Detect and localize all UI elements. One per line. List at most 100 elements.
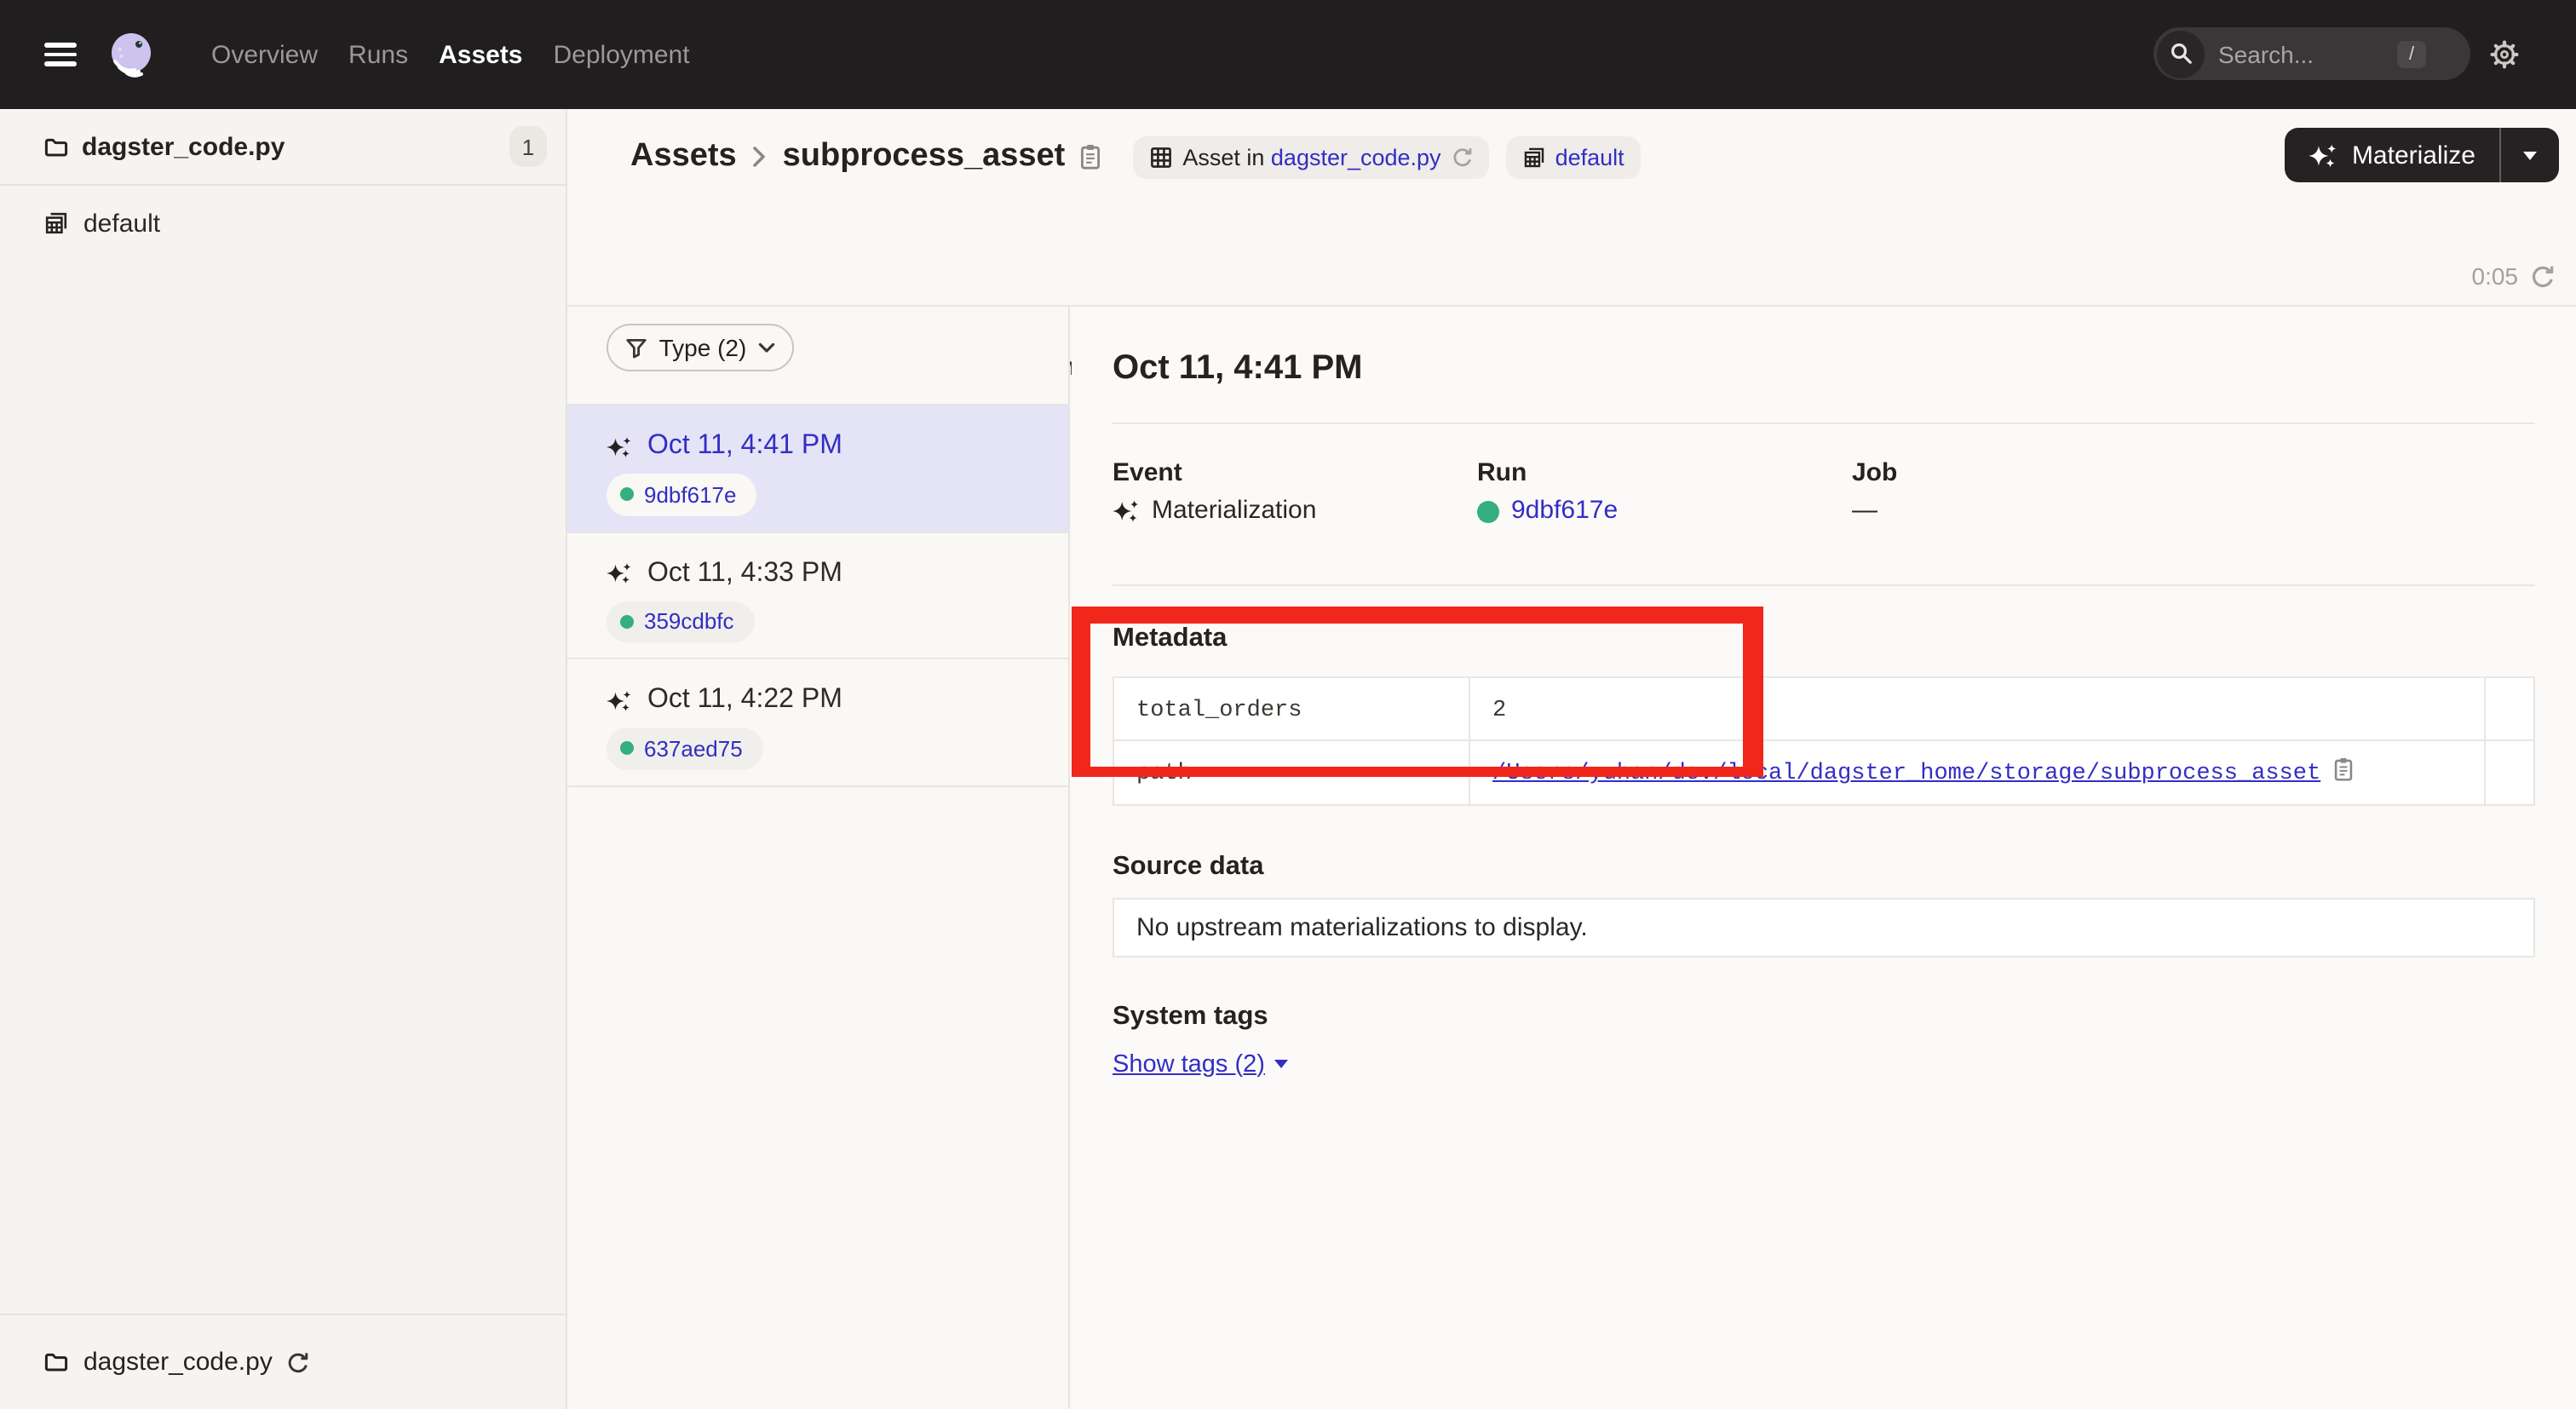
metadata-table: total_orders 2 path /Users/yuhan/dev/loc… [1113,676,2535,805]
folder-icon [44,135,68,158]
folder-icon [44,1351,68,1373]
run-status-dot [1477,500,1499,522]
run-id-link: 359cdbfc [644,609,734,635]
metadata-value: 2 [1492,699,1506,724]
run-status-dot [620,615,634,629]
materialization-sparkle-icon [607,561,632,586]
footer-code-location-name: dagster_code.py [83,1348,273,1377]
materialize-sparkle-icon [2309,141,2338,170]
asset-in-label: Asset in [1182,144,1264,170]
job-value: — [1852,496,1877,526]
path-link[interactable]: /Users/yuhan/dev/local/dagster_home/stor… [1492,762,2320,788]
funnel-filter-icon [625,336,647,359]
run-column-label: Run [1477,458,1852,489]
chevron-right-icon [752,145,768,169]
materialization-sparkle-icon [607,687,632,713]
nav-item-overview[interactable]: Overview [211,40,318,69]
asset-count-badge: 1 [509,126,547,167]
events-list-panel: Type (2) Oct 11, 4:41 PM 9dbf617e [567,307,1070,1409]
nav-item-runs[interactable]: Runs [348,40,408,69]
event-list-item[interactable]: Oct 11, 4:22 PM 637aed75 [567,659,1068,786]
settings-gear-icon[interactable] [2489,39,2520,70]
sidebar-footer-code-location[interactable]: dagster_code.py [0,1314,566,1409]
breadcrumb-asset-name: subprocess_asset [783,138,1066,175]
materialize-dropdown-button[interactable] [2501,128,2559,182]
event-timestamp: Oct 11, 4:41 PM [647,431,842,462]
run-id-pill[interactable]: 637aed75 [607,728,763,769]
event-detail-panel: Oct 11, 4:41 PM Event Materialization Ru… [1072,307,2576,1409]
hamburger-menu-icon[interactable] [44,43,77,66]
divider [1113,423,2535,424]
search-icon [2157,30,2205,78]
repo-icon [1523,146,1545,168]
type-filter-button[interactable]: Type (2) [607,324,794,371]
run-status-dot [620,488,634,502]
run-id-pill[interactable]: 359cdbfc [607,601,755,642]
materialize-label: Materialize [2352,141,2475,170]
run-status-dot [620,742,634,756]
job-column-label: Job [1852,458,2535,489]
code-location-name: dagster_code.py [82,132,285,161]
reload-icon[interactable] [286,1351,308,1373]
run-id-link: 637aed75 [644,736,743,762]
breadcrumb: Assets subprocess_asset [630,135,1642,179]
system-tags-section-title: System tags [1113,999,2535,1032]
run-id-link[interactable]: 9dbf617e [1511,496,1618,526]
asset-group-icon [44,211,68,235]
source-data-section-title: Source data [1113,849,2535,882]
reload-icon[interactable] [1452,147,1472,167]
table-row: total_orders 2 [1113,677,2534,740]
materialize-split-button: Materialize [2286,128,2559,182]
show-tags-toggle[interactable]: Show tags (2) [1113,1050,1289,1078]
asset-header: Assets subprocess_asset [567,109,2576,307]
materialization-sparkle-icon [1113,497,1140,525]
top-nav: Overview Runs Assets Deployment Search..… [0,0,2576,109]
show-tags-label: Show tags (2) [1113,1050,1265,1078]
code-file-link[interactable]: dagster_code.py [1271,144,1441,170]
metadata-key: path [1136,762,1192,788]
event-timestamp: Oct 11, 4:22 PM [647,685,842,716]
triangle-down-icon [1275,1060,1289,1068]
source-data-empty-message: No upstream materializations to display. [1136,912,1588,941]
repo-link: default [1555,144,1624,170]
divider [1113,584,2535,586]
type-filter-label: Type (2) [659,334,747,361]
copy-path-icon[interactable] [2332,757,2355,783]
group-name: default [83,209,160,238]
nav-item-deployment[interactable]: Deployment [554,40,690,69]
event-timestamp: Oct 11, 4:33 PM [647,558,842,589]
search-shortcut-key: / [2397,40,2426,67]
repo-default-tag[interactable]: default [1506,135,1642,178]
refresh-icon[interactable] [2530,264,2554,288]
event-list-item[interactable]: Oct 11, 4:33 PM 359cdbfc [567,532,1068,659]
events-filter-bar: Type (2) [567,324,1068,405]
event-column-label: Event [1113,458,1477,489]
run-id-link: 9dbf617e [644,482,736,508]
left-sidebar: dagster_code.py 1 default dagster_code.p… [0,109,567,1409]
asset-in-code-location-tag[interactable]: Asset in dagster_code.py [1133,135,1488,178]
auto-refresh-control: 0:05 [2472,262,2555,290]
run-id-pill[interactable]: 9dbf617e [607,474,756,515]
job-table-icon [1150,146,1172,168]
event-type-value: Materialization [1152,496,1316,526]
event-summary-columns: Event Materialization Run 9dbf617e [1113,458,2535,526]
metadata-section-title: Metadata [1113,622,2535,654]
materialize-button[interactable]: Materialize [2286,128,2499,182]
sidebar-item-default-group[interactable]: default [0,186,566,261]
dagster-logo-icon[interactable] [106,29,157,80]
nav-links: Overview Runs Assets Deployment [211,0,690,109]
caret-down-icon [2523,151,2537,159]
sidebar-code-location[interactable]: dagster_code.py 1 [0,109,566,186]
breadcrumb-assets[interactable]: Assets [630,138,737,175]
event-list-item[interactable]: Oct 11, 4:41 PM 9dbf617e [567,405,1068,532]
search-input[interactable]: Search... / [2153,27,2470,80]
refresh-countdown: 0:05 [2472,262,2519,290]
dagster-app: Overview Runs Assets Deployment Search..… [0,0,2576,1409]
event-detail-title: Oct 11, 4:41 PM [1113,348,2535,388]
search-placeholder: Search... [2218,40,2314,67]
copy-asset-name-icon[interactable] [1078,143,1102,170]
table-row: path /Users/yuhan/dev/local/dagster_home… [1113,740,2534,804]
source-data-empty-box: No upstream materializations to display. [1113,897,2535,957]
nav-item-assets[interactable]: Assets [439,40,522,69]
materialization-sparkle-icon [607,434,632,459]
